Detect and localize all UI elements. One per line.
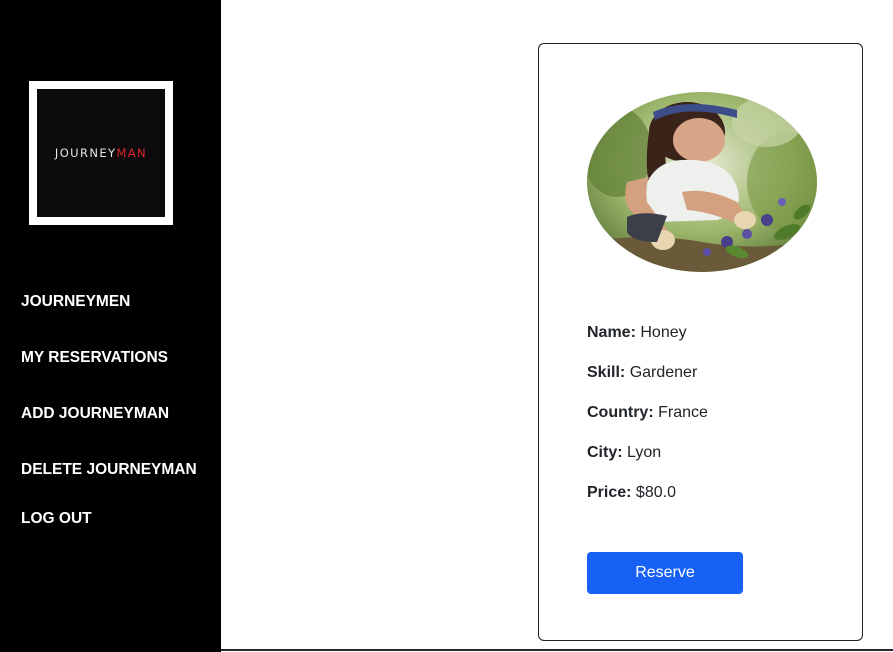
detail-city-label: City:: [587, 444, 623, 461]
journeyman-photo: [587, 92, 817, 272]
detail-city-value: Lyon: [627, 444, 662, 461]
logo-text-journey: JOURNEY: [54, 146, 117, 160]
page: JOURNEYMAN JOURNEYMEN MY RESERVATIONS AD…: [0, 0, 893, 652]
detail-skill-label: Skill:: [587, 364, 626, 381]
journeyman-card: Name: Honey Skill: Gardener Country: Fra…: [538, 43, 863, 641]
detail-country: Country: France: [587, 403, 708, 423]
bottom-divider: [221, 649, 893, 651]
detail-price-value: $80.0: [635, 484, 676, 501]
reserve-button[interactable]: Reserve: [587, 552, 743, 594]
detail-name-value: Honey: [640, 324, 687, 341]
nav-add-journeyman[interactable]: ADD JOURNEYMAN: [21, 405, 169, 423]
logo-text-man: MAN: [116, 146, 148, 160]
logo-text: JOURNEYMAN: [55, 146, 147, 160]
detail-country-value: France: [658, 404, 708, 421]
nav-my-reservations[interactable]: MY RESERVATIONS: [21, 349, 168, 367]
nav-delete-journeyman[interactable]: DELETE JOURNEYMAN: [21, 461, 197, 479]
sidebar: JOURNEYMAN JOURNEYMEN MY RESERVATIONS AD…: [0, 0, 221, 652]
logo[interactable]: JOURNEYMAN: [29, 81, 173, 225]
detail-skill: Skill: Gardener: [587, 363, 697, 383]
detail-name-label: Name:: [587, 324, 636, 341]
detail-city: City: Lyon: [587, 443, 661, 463]
detail-name: Name: Honey: [587, 323, 687, 343]
logo-inner: JOURNEYMAN: [37, 89, 165, 217]
detail-country-label: Country:: [587, 404, 654, 421]
nav-log-out[interactable]: LOG OUT: [21, 510, 92, 528]
detail-price-label: Price:: [587, 484, 632, 501]
detail-skill-value: Gardener: [629, 364, 698, 381]
nav-journeymen[interactable]: JOURNEYMEN: [21, 293, 130, 311]
detail-price: Price: $80.0: [587, 483, 676, 503]
